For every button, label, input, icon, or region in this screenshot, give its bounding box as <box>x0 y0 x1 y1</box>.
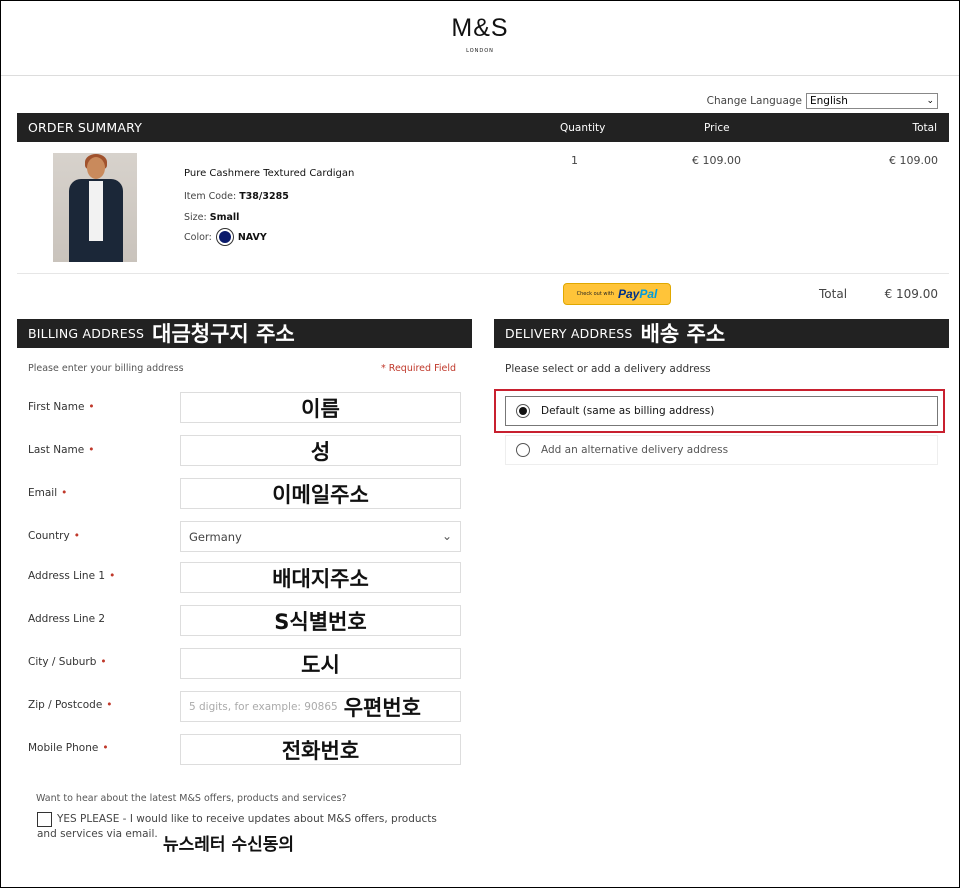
delivery-title-ko: 배송 주소 <box>640 321 726 346</box>
item-code-value: T38/3285 <box>239 191 289 202</box>
item-quantity: 1 <box>571 154 578 167</box>
city-input[interactable]: 도시 <box>180 648 461 679</box>
item-color-value: NAVY <box>237 231 267 243</box>
item-total: € 109.00 <box>889 154 938 167</box>
mobile-label: Mobile Phone • <box>28 742 109 754</box>
billing-title: BILLING ADDRESS <box>28 326 145 341</box>
delivery-address-bar: DELIVERY ADDRESS 배송 주소 <box>494 319 949 348</box>
required-field-note: * Required Field <box>381 363 456 374</box>
billing-title-ko: 대금청구지 주소 <box>152 321 295 346</box>
language-selected: English <box>810 95 848 107</box>
item-color: Color: NAVY <box>184 228 267 246</box>
paypal-checkout-button[interactable]: Check out with PayPal <box>563 283 671 305</box>
order-total-value: € 109.00 <box>884 287 938 301</box>
city-label: City / Suburb • <box>28 656 107 668</box>
col-price: Price <box>704 121 730 134</box>
paypal-small-text: Check out with <box>576 291 614 297</box>
col-quantity: Quantity <box>560 121 606 134</box>
delivery-title: DELIVERY ADDRESS <box>505 326 633 341</box>
order-summary-title: ORDER SUMMARY <box>28 120 143 135</box>
item-price: € 109.00 <box>692 154 741 167</box>
address-line2-input[interactable]: S식별번호 <box>180 605 461 636</box>
delivery-option-alternative-label: Add an alternative delivery address <box>541 444 729 456</box>
language-switcher: Change Language English ⌄ <box>707 93 938 109</box>
language-label: Change Language <box>706 95 802 107</box>
logo-subtitle: LONDON <box>466 48 494 54</box>
country-select[interactable]: Germany ⌄ <box>180 521 461 552</box>
first-name-label: First Name • <box>28 401 95 413</box>
billing-hint: Please enter your billing address <box>28 363 184 374</box>
item-size-value: Small <box>209 212 240 223</box>
email-label: Email • <box>28 487 68 499</box>
delivery-hint: Please select or add a delivery address <box>505 363 711 375</box>
site-header: M&S LONDON <box>1 1 959 76</box>
first-name-input[interactable]: 이름 <box>180 392 461 423</box>
item-size: Size: Small <box>184 212 239 223</box>
item-color-label: Color: <box>184 231 212 243</box>
country-value: Germany <box>189 529 242 544</box>
divider <box>17 273 949 274</box>
order-summary-bar: ORDER SUMMARY Quantity Price Total <box>17 113 949 142</box>
product-image[interactable] <box>53 153 137 262</box>
address-line2-label: Address Line 2 <box>28 613 106 625</box>
product-name[interactable]: Pure Cashmere Textured Cardigan <box>184 168 354 179</box>
zip-value: 우편번호 <box>343 695 421 720</box>
billing-address-bar: BILLING ADDRESS 대금청구지 주소 <box>17 319 472 348</box>
address-line1-input[interactable]: 배대지주소 <box>180 562 461 593</box>
order-total-label: Total <box>819 287 848 301</box>
zip-label: Zip / Postcode • <box>28 699 113 711</box>
newsletter-question: Want to hear about the latest M&S offers… <box>36 793 347 804</box>
radio-unselected[interactable] <box>516 443 530 457</box>
zip-placeholder: 5 digits, for example: 90865 <box>189 700 338 713</box>
newsletter-checkbox[interactable] <box>37 812 52 827</box>
address-line1-label: Address Line 1 • <box>28 570 116 582</box>
email-input[interactable]: 이메일주소 <box>180 478 461 509</box>
language-select[interactable]: English ⌄ <box>806 93 938 109</box>
chevron-down-icon: ⌄ <box>926 96 934 106</box>
item-code-label: Item Code: <box>184 191 237 202</box>
col-total: Total <box>912 121 937 134</box>
country-label: Country • <box>28 530 80 542</box>
mobile-input[interactable]: 전화번호 <box>180 734 461 765</box>
last-name-input[interactable]: 성 <box>180 435 461 466</box>
paypal-logo: PayPal <box>617 287 658 301</box>
chevron-down-icon: ⌄ <box>441 529 452 543</box>
newsletter-text-line2: and services via email. <box>37 828 158 840</box>
ms-logo[interactable]: M&S <box>1 14 959 43</box>
item-size-label: Size: <box>184 212 207 223</box>
newsletter-text-line1: YES PLEASE - I would like to receive upd… <box>57 813 437 825</box>
zip-input[interactable]: 5 digits, for example: 90865 우편번호 <box>180 691 461 722</box>
newsletter-note-ko: 뉴스레터 수신동의 <box>163 835 295 855</box>
color-swatch <box>215 228 234 246</box>
item-code: Item Code: T38/3285 <box>184 191 289 202</box>
highlight-annotation <box>494 389 945 433</box>
last-name-label: Last Name • <box>28 444 95 456</box>
delivery-option-alternative[interactable]: Add an alternative delivery address <box>505 435 938 465</box>
